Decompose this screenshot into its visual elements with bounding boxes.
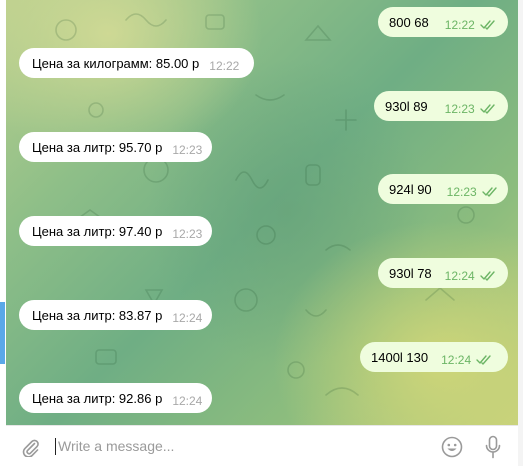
double-check-icon	[481, 187, 497, 197]
message-text: 924l 90	[389, 181, 432, 197]
message-time: 12:23	[444, 102, 475, 116]
incoming-message[interactable]: Цена за литр: 97.40 р 12:23	[19, 216, 212, 246]
outgoing-message[interactable]: 930l 78 12:24	[378, 258, 508, 288]
message-time: 12:22	[209, 59, 240, 73]
smiley-icon[interactable]	[441, 436, 463, 458]
paperclip-icon[interactable]	[20, 437, 40, 457]
message-text: Цена за литр: 83.87 р	[32, 307, 163, 323]
message-time: 12:24	[172, 311, 203, 325]
message-text: 800 68	[389, 14, 429, 30]
incoming-message[interactable]: Цена за килограмм: 85.00 р 12:22	[19, 48, 254, 78]
incoming-message[interactable]: Цена за литр: 95.70 р 12:23	[19, 132, 212, 162]
incoming-message[interactable]: Цена за литр: 92.86 р 12:24	[19, 383, 212, 413]
double-check-icon	[479, 271, 495, 281]
microphone-icon[interactable]	[485, 435, 501, 459]
message-time: 12:23	[446, 185, 477, 199]
outgoing-message[interactable]: 1400l 130 12:24	[360, 342, 508, 372]
double-check-icon	[479, 104, 495, 114]
message-text: 1400l 130	[371, 349, 429, 365]
outgoing-message[interactable]: 930l 89 12:23	[374, 91, 508, 121]
message-time: 12:23	[172, 143, 203, 157]
double-check-icon	[476, 355, 491, 365]
message-time: 12:22	[444, 18, 475, 32]
message-text: 930l 89	[385, 98, 428, 114]
message-time: 12:24	[172, 394, 203, 408]
message-text: Цена за литр: 97.40 р	[32, 223, 163, 239]
text-cursor	[55, 438, 56, 455]
message-time: 12:24	[444, 269, 475, 283]
selection-accent-strip	[0, 302, 5, 364]
double-check-icon	[480, 20, 495, 30]
outgoing-message[interactable]: 924l 90 12:23	[378, 174, 508, 204]
incoming-message[interactable]: Цена за литр: 83.87 р 12:24	[19, 300, 212, 330]
window-right-edge	[518, 0, 523, 466]
message-input[interactable]	[58, 436, 428, 456]
message-time: 12:23	[172, 227, 203, 241]
message-text: Цена за килограмм: 85.00 р	[32, 55, 200, 71]
chat-history[interactable]: 800 68 12:22 Цена за килограмм: 85.00 р …	[6, 0, 518, 425]
message-text: Цена за литр: 92.86 р	[32, 390, 163, 406]
message-text: Цена за литр: 95.70 р	[32, 139, 163, 155]
message-text: 930l 78	[389, 265, 432, 281]
message-time: 12:24	[441, 353, 472, 367]
message-composer	[6, 425, 518, 466]
outgoing-message[interactable]: 800 68 12:22	[378, 7, 508, 37]
